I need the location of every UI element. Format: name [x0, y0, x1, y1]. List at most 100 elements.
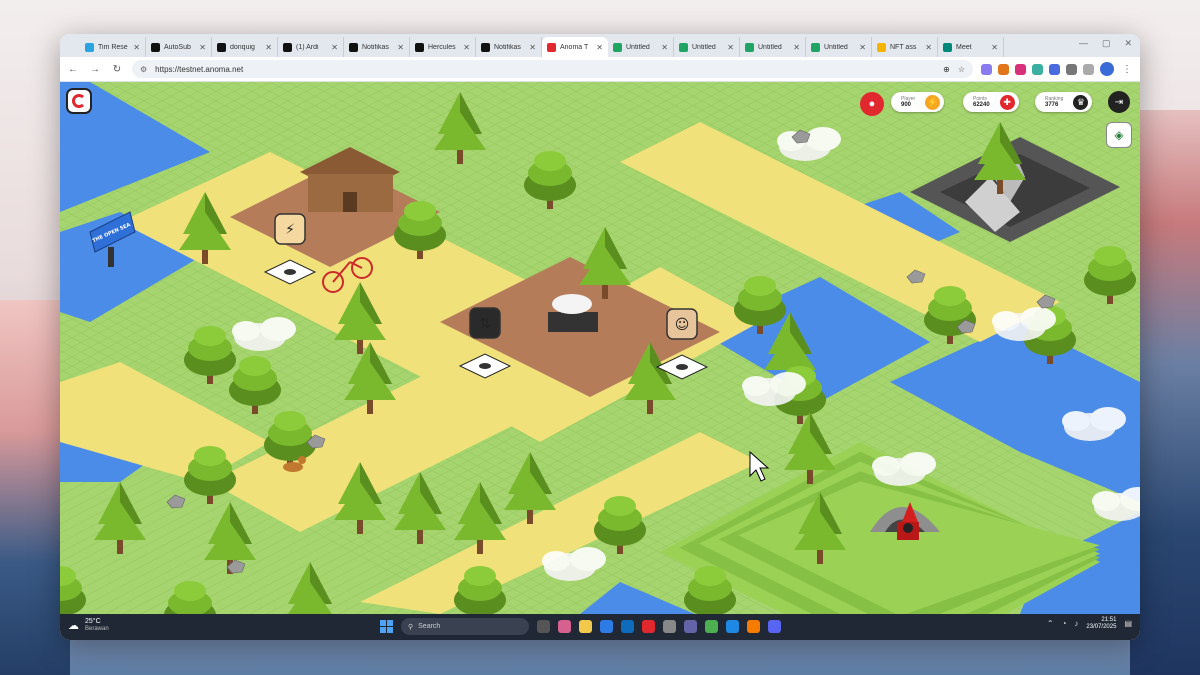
metamask-icon[interactable] — [998, 63, 1009, 75]
reload-icon[interactable]: ↻ — [110, 64, 124, 75]
clock[interactable]: 21:51 23/07/2025 — [1086, 617, 1116, 631]
meet-icon — [943, 42, 952, 52]
tab-close-icon[interactable]: ✕ — [661, 43, 668, 52]
tab-close-icon[interactable]: ✕ — [596, 43, 603, 52]
sheets-icon — [679, 42, 688, 52]
extension-icon[interactable] — [1015, 63, 1026, 75]
site-info-icon[interactable]: ⚙ — [140, 65, 147, 74]
browser-tab[interactable]: Notifikas ✕ — [476, 37, 542, 57]
browser-tab[interactable]: Untitled ✕ — [608, 37, 674, 57]
x-icon — [415, 42, 424, 52]
tab-title: Untitled — [758, 43, 782, 51]
svg-text:⇅: ⇅ — [479, 316, 491, 332]
maximize-icon[interactable]: ▢ — [1102, 38, 1111, 49]
task-view-icon[interactable] — [537, 620, 550, 633]
isometric-map[interactable]: ⚡⇅ ☺THE OPEN SEA — [60, 82, 1140, 614]
app-icon[interactable] — [663, 620, 676, 633]
tab-close-icon[interactable]: ✕ — [397, 43, 404, 52]
browser-tab[interactable]: AutoSub ✕ — [146, 37, 212, 57]
tab-close-icon[interactable]: ✕ — [793, 43, 800, 52]
back-arrow-icon[interactable]: ← — [66, 64, 80, 75]
discord-icon[interactable] — [768, 620, 781, 633]
extension-icon[interactable] — [1083, 63, 1094, 75]
notification-icon[interactable]: ▤ — [1124, 619, 1132, 628]
tab-title: Untitled — [692, 43, 716, 51]
outlook-icon[interactable] — [621, 620, 634, 633]
wifi-icon[interactable]: ◔ — [1062, 619, 1067, 628]
bookmark-star-icon[interactable]: ☆ — [958, 65, 965, 74]
url-text: https://testnet.anoma.net — [155, 64, 244, 74]
trophy-icon: ♛ — [1073, 94, 1089, 110]
window-controls: — ▢ ✕ — [1079, 38, 1132, 49]
forward-arrow-icon[interactable]: → — [88, 64, 102, 75]
ranking-stat: Ranking 3776 ♛ — [1035, 92, 1093, 112]
tab-close-icon[interactable]: ✕ — [859, 43, 866, 52]
browser-tab[interactable]: Meet ✕ — [938, 37, 1004, 57]
coin-stack-icon[interactable]: ● — [860, 92, 884, 116]
browser-tab[interactable]: Hercules ✕ — [410, 37, 476, 57]
browser-tab[interactable]: Notifikas ✕ — [344, 37, 410, 57]
extension-icon[interactable] — [981, 63, 992, 75]
tab-title: Hercules — [428, 43, 456, 51]
map-layers-button[interactable]: ◈ — [1106, 122, 1132, 148]
extension-icon[interactable] — [1049, 63, 1060, 75]
browser-tab[interactable]: donquig ✕ — [212, 37, 278, 57]
close-icon[interactable]: ✕ — [1124, 38, 1132, 49]
browser-tab[interactable]: NFT ass ✕ — [872, 37, 938, 57]
copilot-icon[interactable] — [558, 620, 571, 633]
browser-tab[interactable]: Untitled ✕ — [740, 37, 806, 57]
logout-button[interactable]: ⇥ — [1108, 91, 1130, 113]
search-placeholder: Search — [418, 623, 441, 630]
app-icon[interactable] — [726, 620, 739, 633]
minimize-icon[interactable]: — — [1079, 38, 1088, 49]
avatar[interactable] — [1100, 62, 1114, 76]
tab-close-icon[interactable]: ✕ — [529, 43, 536, 52]
anoma-logo-button[interactable] — [66, 88, 92, 114]
browser-tab[interactable]: Untitled ✕ — [674, 37, 740, 57]
browser-tab[interactable]: Anoma T ✕ — [542, 37, 608, 57]
chevron-up-icon[interactable]: ⌃ — [1047, 619, 1054, 628]
app-icon[interactable] — [642, 620, 655, 633]
app-icon[interactable] — [747, 620, 760, 633]
tab-close-icon[interactable]: ✕ — [925, 43, 932, 52]
x-icon — [481, 42, 490, 52]
teams-icon[interactable] — [684, 620, 697, 633]
taskbar-apps: ⚲ Search — [380, 618, 781, 635]
sheets-icon — [613, 42, 622, 52]
windows-start-icon[interactable] — [380, 620, 393, 633]
puzzle-icon[interactable] — [1066, 63, 1077, 75]
volume-icon[interactable]: ♪ — [1074, 619, 1078, 628]
tab-close-icon[interactable]: ✕ — [727, 43, 734, 52]
anoma-icon — [547, 42, 556, 52]
tab-title: donquig — [230, 43, 255, 51]
file-explorer-icon[interactable] — [579, 620, 592, 633]
time: 21:51 — [1101, 617, 1117, 623]
tab-close-icon[interactable]: ✕ — [331, 43, 338, 52]
zoom-icon[interactable]: ⊕ — [943, 65, 950, 74]
extension-icon[interactable] — [1032, 63, 1043, 75]
url-field[interactable]: ⚙ https://testnet.anoma.net ⊕ ☆ — [132, 60, 973, 78]
tab-title: (1) Ardi — [296, 43, 319, 51]
plus-icon[interactable]: ✚ — [999, 94, 1015, 110]
tab-close-icon[interactable]: ✕ — [991, 43, 998, 52]
game-canvas[interactable]: ⚡ ⇅ ☺ THE OPEN SEA ● Player 900 ⚡ Points 62… — [60, 82, 1140, 614]
weather-widget[interactable]: ☁ 25°C Berawan — [68, 618, 109, 632]
browser-tab[interactable]: Untitled ✕ — [806, 37, 872, 57]
cloud-icon: ☁ — [68, 619, 79, 632]
tab-title: Untitled — [626, 43, 650, 51]
tab-close-icon[interactable]: ✕ — [463, 43, 470, 52]
browser-tab[interactable]: (1) Ardi ✕ — [278, 37, 344, 57]
weather-condition: Berawan — [85, 625, 109, 632]
browser-tab[interactable]: Tim Rese ✕ — [80, 37, 146, 57]
tab-title: Notifikas — [494, 43, 521, 51]
tab-close-icon[interactable]: ✕ — [133, 43, 140, 52]
store-icon[interactable] — [600, 620, 613, 633]
tab-title: AutoSub — [164, 43, 191, 51]
points-stat: Points 62240 ✚ — [963, 92, 1019, 112]
tab-close-icon[interactable]: ✕ — [265, 43, 272, 52]
system-tray: ⌃ ◔ ♪ 21:51 23/07/2025 ▤ — [1047, 617, 1132, 631]
more-menu-icon[interactable]: ⋮ — [1120, 64, 1134, 75]
tab-close-icon[interactable]: ✕ — [199, 43, 206, 52]
taskbar-search[interactable]: ⚲ Search — [401, 618, 529, 635]
chrome-icon[interactable] — [705, 620, 718, 633]
